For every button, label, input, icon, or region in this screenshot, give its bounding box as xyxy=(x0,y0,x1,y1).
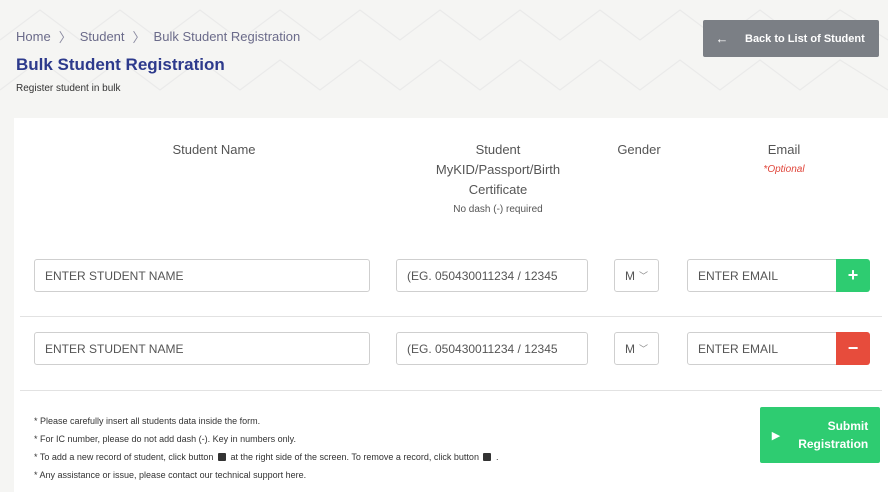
chevron-down-icon: ﹀ xyxy=(639,271,649,281)
column-header-name: Student Name xyxy=(172,142,256,157)
back-button-label: Back to List of Student xyxy=(745,32,865,45)
registration-form: Student Name Student MyKID/Passport/Birt… xyxy=(14,118,888,492)
breadcrumb-current: Bulk Student Registration xyxy=(153,29,301,44)
student-name-input[interactable]: ENTER STUDENT NAME xyxy=(34,332,370,365)
play-icon: ▶ xyxy=(771,429,781,442)
gender-value: M xyxy=(625,341,635,356)
chevron-down-icon: ﹀ xyxy=(639,344,649,354)
chevron-right-icon: 〉 xyxy=(132,30,146,45)
minus-square-icon xyxy=(483,453,492,461)
minus-icon: − xyxy=(847,338,859,358)
breadcrumb-student[interactable]: Student xyxy=(80,29,125,44)
email-input[interactable]: ENTER EMAIL xyxy=(687,259,837,292)
submit-label-1: Submit xyxy=(827,419,869,433)
note-line: * For IC number, please do not add dash … xyxy=(34,434,296,444)
instructions: * Please carefully insert all students d… xyxy=(34,412,499,484)
plus-square-icon xyxy=(217,453,226,461)
remove-row-button[interactable]: − xyxy=(836,332,870,365)
gender-select[interactable]: M ﹀ xyxy=(614,259,659,292)
arrow-left-icon: ← xyxy=(715,31,729,46)
column-header-gender: Gender xyxy=(617,142,661,157)
breadcrumb: Home 〉 Student 〉 Bulk Student Registrati… xyxy=(16,27,300,46)
page-subtitle: Register student in bulk xyxy=(16,83,121,94)
row-divider xyxy=(20,316,882,317)
student-id-input[interactable]: (EG. 050430011234 / 12345 xyxy=(396,259,588,292)
page-title: Bulk Student Registration xyxy=(16,55,225,74)
student-name-input[interactable]: ENTER STUDENT NAME xyxy=(34,259,370,292)
note-line: * Any assistance or issue, please contac… xyxy=(34,470,307,480)
note-line: * To add a new record of student, click … xyxy=(34,452,499,462)
chevron-right-icon: 〉 xyxy=(58,30,72,45)
submit-registration-button[interactable]: ▶ Submit Registration xyxy=(760,407,880,463)
plus-icon: + xyxy=(847,265,859,285)
student-id-input[interactable]: (EG. 050430011234 / 12345 xyxy=(396,332,588,365)
submit-label-2: Registration xyxy=(798,437,869,451)
breadcrumb-home[interactable]: Home xyxy=(16,29,51,44)
column-header-id: Student MyKID/Passport/Birth Certificate… xyxy=(435,142,561,215)
back-to-list-button[interactable]: ← Back to List of Student xyxy=(703,20,879,57)
email-input[interactable]: ENTER EMAIL xyxy=(687,332,837,365)
column-header-email: Email *Optional xyxy=(763,142,805,175)
gender-value: M xyxy=(625,268,635,283)
row-divider xyxy=(20,390,882,391)
add-row-button[interactable]: + xyxy=(836,259,870,292)
note-line: * Please carefully insert all students d… xyxy=(34,416,261,426)
gender-select[interactable]: M ﹀ xyxy=(614,332,659,365)
